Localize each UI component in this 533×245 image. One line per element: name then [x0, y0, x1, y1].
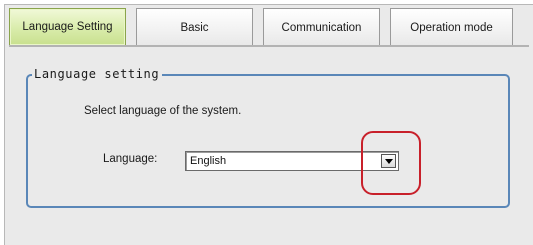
highlight-circle	[361, 131, 421, 195]
tab-bar: Language Setting Basic Communication Ope…	[9, 8, 529, 46]
tab-label: Communication	[281, 21, 362, 34]
tab-divider	[9, 45, 529, 47]
tab-communication[interactable]: Communication	[263, 8, 380, 46]
description-text: Select language of the system.	[84, 105, 242, 117]
language-setting-group	[26, 74, 510, 208]
language-label: Language:	[103, 153, 158, 165]
tab-label: Basic	[180, 21, 209, 34]
tab-language-setting[interactable]: Language Setting	[9, 8, 126, 46]
tab-label: Language Setting	[22, 21, 113, 33]
tab-basic[interactable]: Basic	[136, 8, 253, 46]
tab-operation-mode[interactable]: Operation mode	[390, 8, 513, 46]
group-title: Language setting	[32, 67, 163, 81]
tab-label: Operation mode	[410, 21, 493, 34]
language-select-value: English	[190, 155, 227, 167]
